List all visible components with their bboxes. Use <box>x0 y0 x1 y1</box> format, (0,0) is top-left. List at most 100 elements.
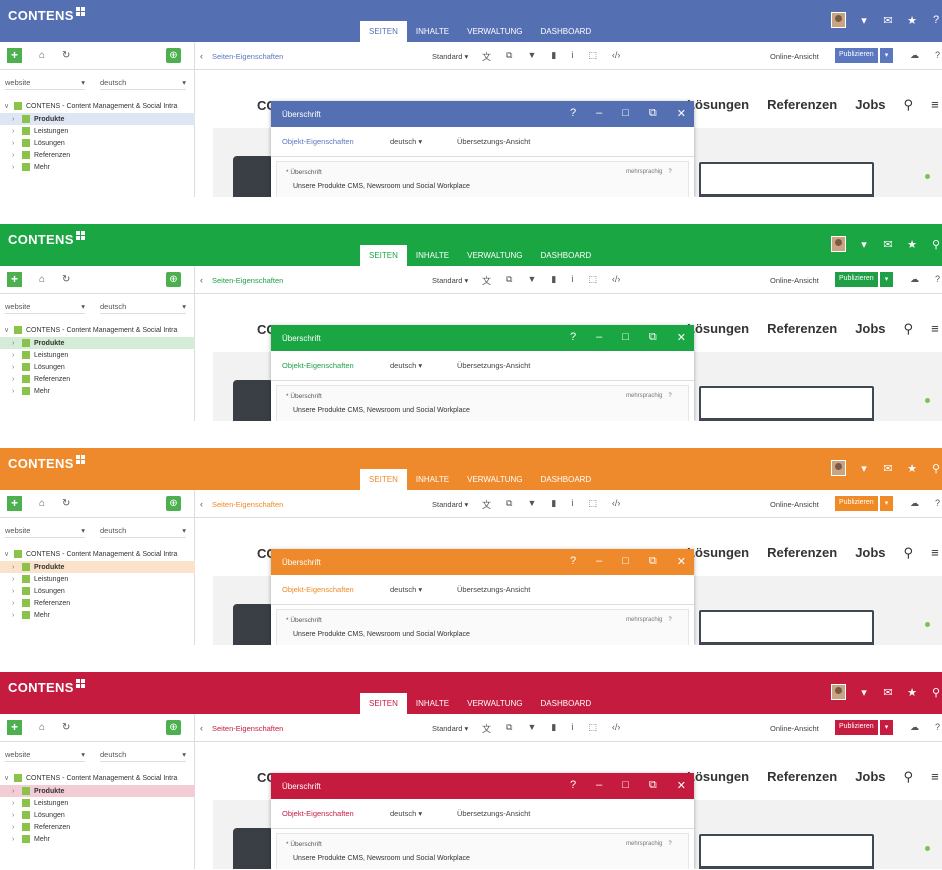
tree-item-3[interactable]: › Referenzen <box>0 597 195 609</box>
expand-right-icon[interactable]: › <box>12 600 22 607</box>
minimize-icon[interactable]: – <box>596 331 602 344</box>
search-icon[interactable]: ⚲ <box>930 462 942 475</box>
publish-button[interactable]: Publizieren <box>835 496 878 511</box>
preview-nav-item[interactable]: Referenzen <box>767 769 837 785</box>
search-icon[interactable]: ⚲ <box>930 686 942 699</box>
restore-icon[interactable]: ⧉ <box>649 555 657 568</box>
search-icon[interactable]: ⚲ <box>930 238 942 251</box>
field-help-icon[interactable]: ? <box>668 169 671 175</box>
tree-item-3[interactable]: › Referenzen <box>0 149 195 161</box>
expand-right-icon[interactable]: › <box>12 376 22 383</box>
chevron-down-icon[interactable]: ▾ <box>858 238 870 251</box>
home-icon[interactable]: ⌂ <box>39 722 45 733</box>
code-icon[interactable]: ‹/› <box>612 498 621 511</box>
translate-icon[interactable]: 文 <box>482 50 491 63</box>
tree-item-1[interactable]: › Leistungen <box>0 573 195 585</box>
help-icon[interactable]: ? <box>570 779 576 792</box>
collapse-chevron-icon[interactable]: ‹ <box>200 275 203 285</box>
dialog-language-select[interactable]: deutsch ▾ <box>390 585 422 594</box>
tab-dashboard[interactable]: DASHBOARD <box>532 693 601 714</box>
tree-root-item[interactable]: ∨ CONTENS - Content Management & Social I… <box>0 324 195 336</box>
minimize-icon[interactable]: – <box>596 107 602 120</box>
chevron-down-icon[interactable]: ▾ <box>858 14 870 27</box>
language-select[interactable]: deutsch ▾ <box>100 302 186 314</box>
contens-logo[interactable]: CONTENS <box>8 679 86 695</box>
info-icon[interactable]: i <box>571 498 573 511</box>
add-tree-button[interactable]: ⊕ <box>166 496 181 511</box>
star-icon[interactable]: ★ <box>906 238 918 251</box>
search-icon[interactable]: ⚲ <box>904 321 914 337</box>
publish-button[interactable]: Publizieren <box>835 48 878 63</box>
view-standard-select[interactable]: Standard ▾ <box>432 724 468 733</box>
filter-icon[interactable]: ▼ <box>527 274 536 287</box>
publish-dropdown-button[interactable]: ▾ <box>880 272 893 287</box>
preview-nav-item[interactable]: Lösungen <box>687 97 749 113</box>
code-icon[interactable]: ‹/› <box>612 274 621 287</box>
expand-right-icon[interactable]: › <box>12 788 22 795</box>
tab-inhalte[interactable]: INHALTE <box>407 469 458 490</box>
expand-right-icon[interactable]: › <box>12 612 22 619</box>
close-icon[interactable]: ✕ <box>677 107 686 120</box>
expand-right-icon[interactable]: › <box>12 140 22 147</box>
collapse-chevron-icon[interactable]: ‹ <box>200 723 203 733</box>
publish-dropdown-button[interactable]: ▾ <box>880 720 893 735</box>
tree-item-0[interactable]: › Produkte <box>0 113 195 125</box>
tree-item-1[interactable]: › Leistungen <box>0 797 195 809</box>
refresh-icon[interactable]: ↻ <box>62 498 70 509</box>
book-icon[interactable]: ⧉ <box>506 722 512 735</box>
tab-verwaltung[interactable]: VERWALTUNG <box>458 245 531 266</box>
tree-item-4[interactable]: › Mehr <box>0 161 195 173</box>
search-icon[interactable]: ⚲ <box>904 769 914 785</box>
code-icon[interactable]: ‹/› <box>612 50 621 63</box>
page-properties-link[interactable]: Seiten-Eigenschaften <box>212 276 283 285</box>
page-properties-link[interactable]: Seiten-Eigenschaften <box>212 500 283 509</box>
preview-nav-item[interactable]: Lösungen <box>687 545 749 561</box>
maximize-icon[interactable]: □ <box>622 555 629 568</box>
publish-button[interactable]: Publizieren <box>835 720 878 735</box>
star-icon[interactable]: ★ <box>906 14 918 27</box>
avatar[interactable] <box>831 460 846 476</box>
select-frame-icon[interactable]: ⬚ <box>588 274 597 287</box>
language-select[interactable]: deutsch ▾ <box>100 78 186 90</box>
tab-dashboard[interactable]: DASHBOARD <box>532 245 601 266</box>
tree-root-item[interactable]: ∨ CONTENS - Content Management & Social I… <box>0 548 195 560</box>
help-icon[interactable]: ? <box>930 14 942 26</box>
star-icon[interactable]: ★ <box>906 462 918 475</box>
expand-right-icon[interactable]: › <box>12 836 22 843</box>
translate-icon[interactable]: 文 <box>482 498 491 511</box>
tree-item-4[interactable]: › Mehr <box>0 385 195 397</box>
site-select[interactable]: website ▾ <box>5 750 85 762</box>
field-help-icon[interactable]: ? <box>668 841 671 847</box>
home-icon[interactable]: ⌂ <box>39 50 45 61</box>
chevron-down-icon[interactable]: ▾ <box>858 462 870 475</box>
help-icon[interactable]: ? <box>935 722 940 732</box>
page-properties-link[interactable]: Seiten-Eigenschaften <box>212 724 283 733</box>
view-standard-select[interactable]: Standard ▾ <box>432 276 468 285</box>
cloud-icon[interactable]: ☁ <box>910 498 919 509</box>
dialog-language-select[interactable]: deutsch ▾ <box>390 809 422 818</box>
select-frame-icon[interactable]: ⬚ <box>588 722 597 735</box>
filter-icon[interactable]: ▼ <box>527 722 536 735</box>
translate-icon[interactable]: 文 <box>482 722 491 735</box>
message-add-icon[interactable]: ✉ <box>882 686 894 699</box>
preview-nav-item[interactable]: Referenzen <box>767 97 837 113</box>
maximize-icon[interactable]: □ <box>622 779 629 792</box>
menu-icon[interactable]: ≡ <box>931 97 939 113</box>
help-icon[interactable]: ? <box>570 331 576 344</box>
tab-inhalte[interactable]: INHALTE <box>407 21 458 42</box>
avatar[interactable] <box>831 236 846 252</box>
info-icon[interactable]: i <box>571 50 573 63</box>
maximize-icon[interactable]: □ <box>622 331 629 344</box>
tree-item-4[interactable]: › Mehr <box>0 833 195 845</box>
contens-logo[interactable]: CONTENS <box>8 231 86 247</box>
help-icon[interactable]: ? <box>570 555 576 568</box>
publish-button[interactable]: Publizieren <box>835 272 878 287</box>
menu-icon[interactable]: ≡ <box>931 321 939 337</box>
expand-down-icon[interactable]: ∨ <box>4 326 14 334</box>
heading-input[interactable]: Unsere Produkte CMS, Newsroom und Social… <box>293 855 470 862</box>
filter-icon[interactable]: ▼ <box>527 50 536 63</box>
collapse-chevron-icon[interactable]: ‹ <box>200 499 203 509</box>
add-tree-button[interactable]: ⊕ <box>166 272 181 287</box>
expand-right-icon[interactable]: › <box>12 340 22 347</box>
tree-item-0[interactable]: › Produkte <box>0 785 195 797</box>
